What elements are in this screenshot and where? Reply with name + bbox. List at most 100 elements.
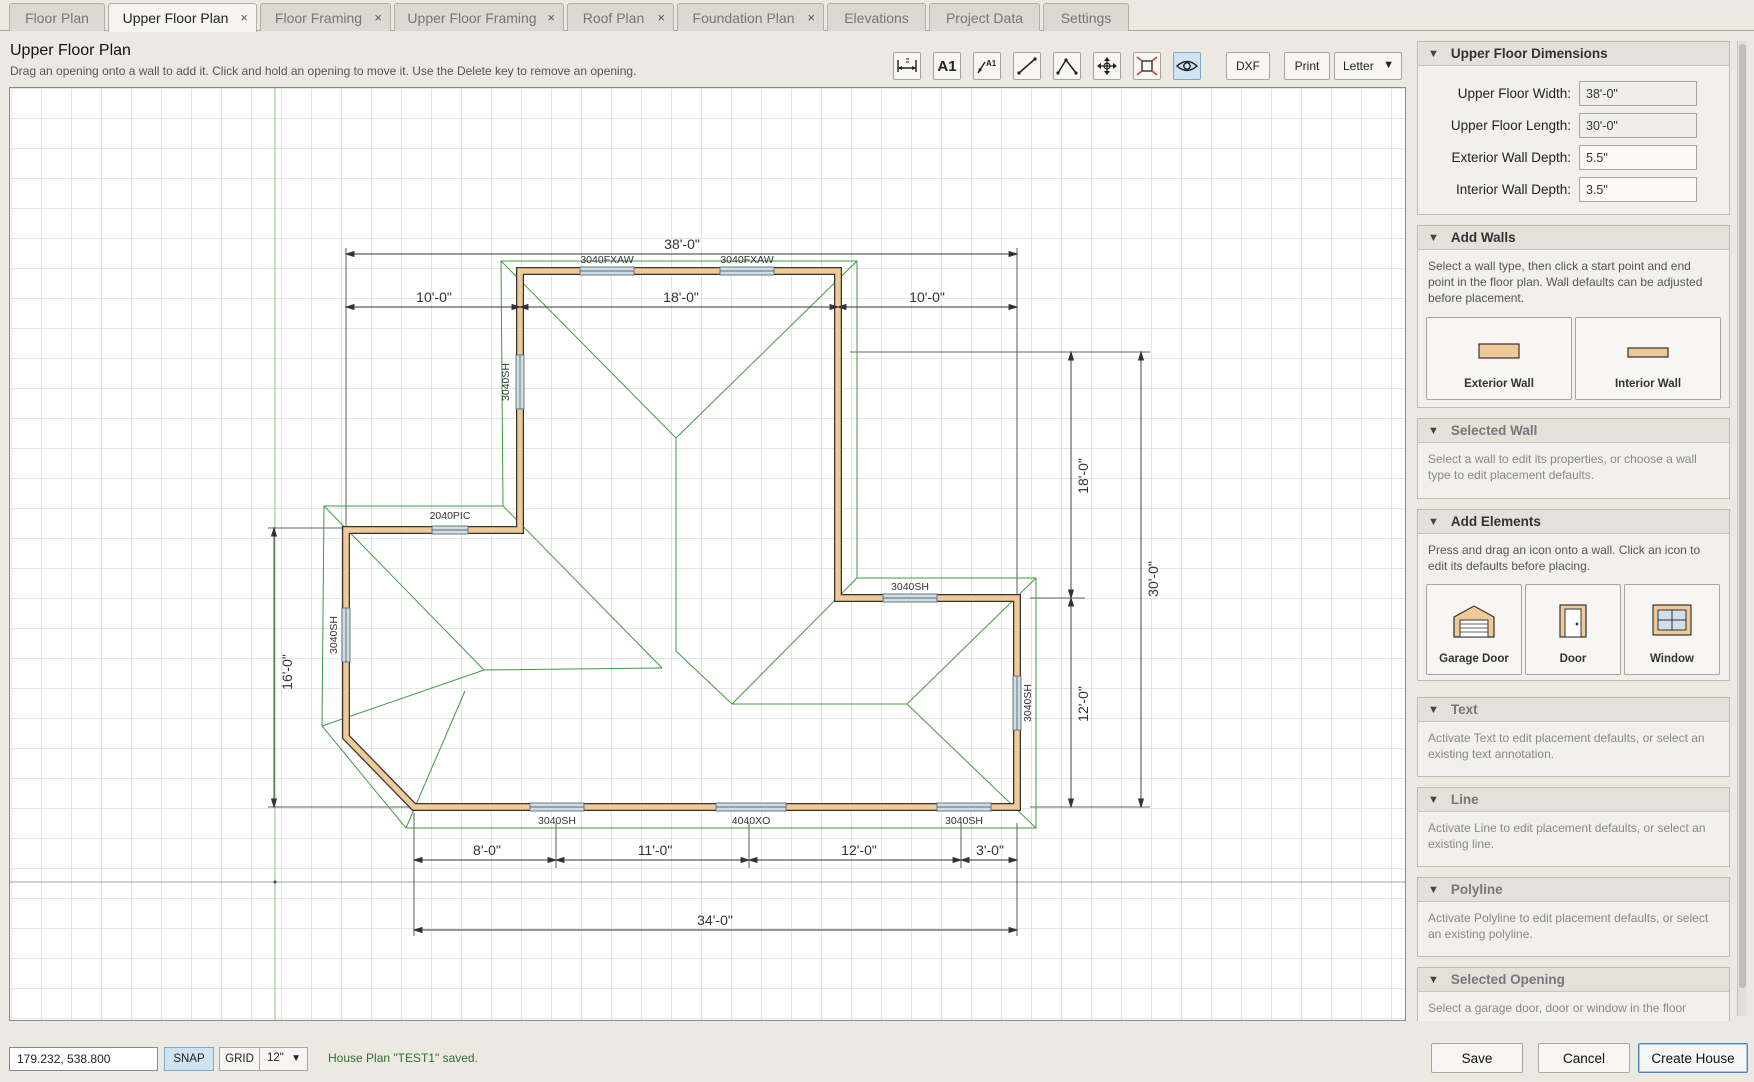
add-walls-section: ▼ Add Walls Select a wall type, then cli… — [1417, 225, 1730, 408]
close-icon[interactable]: × — [807, 10, 815, 25]
section-title: Text — [1450, 702, 1478, 717]
text-section-header[interactable]: ▼ Text — [1418, 698, 1729, 722]
dimension-label: 30'-0" — [1145, 561, 1161, 597]
line-section-header[interactable]: ▼ Line — [1418, 788, 1729, 812]
tab-settings[interactable]: Settings — [1043, 3, 1129, 31]
dropdown-arrow-icon: ▼ — [291, 1053, 301, 1064]
tab-elevations[interactable]: Elevations — [827, 3, 926, 31]
window-opening[interactable] — [341, 607, 351, 663]
field-label: Upper Floor Length: — [1450, 118, 1571, 133]
tab-foundation-plan[interactable]: Foundation Plan × — [677, 3, 824, 31]
window-opening[interactable] — [529, 802, 585, 812]
text-tool-icon: A1 — [937, 57, 957, 75]
tab-floor-plan[interactable]: Floor Plan — [9, 3, 105, 31]
window-opening[interactable] — [715, 802, 787, 812]
window-opening[interactable] — [579, 266, 635, 276]
create-house-button[interactable]: Create House — [1638, 1043, 1748, 1073]
opening-label: 3040SH — [1022, 684, 1034, 722]
exterior-wall-button[interactable]: Exterior Wall — [1426, 317, 1572, 400]
coordinate-readout[interactable] — [9, 1047, 158, 1071]
close-icon[interactable]: × — [657, 10, 665, 25]
text-section: ▼ Text Activate Text to edit placement d… — [1417, 697, 1730, 777]
dimension-label: 34'-0" — [697, 912, 733, 928]
leader-text-button[interactable]: A1 — [973, 52, 1001, 80]
interior-wall-button[interactable]: Interior Wall — [1575, 317, 1721, 400]
upper-floor-length-field[interactable] — [1579, 113, 1697, 138]
grid-toggle[interactable]: GRID — [219, 1047, 260, 1071]
cancel-button[interactable]: Cancel — [1538, 1043, 1630, 1073]
collapse-triangle-icon: ▼ — [1428, 231, 1439, 244]
tab-roof-plan[interactable]: Roof Plan × — [567, 3, 674, 31]
floor-plan-drawing: 3040FXAW 3040FXAW 3040SH 2040PIC 3040SH … — [10, 88, 1405, 1020]
add-walls-section-header[interactable]: ▼ Add Walls — [1418, 226, 1729, 250]
window-opening[interactable] — [1012, 675, 1022, 731]
field-label: Interior Wall Depth: — [1455, 182, 1571, 197]
tab-project-data[interactable]: Project Data — [929, 3, 1040, 31]
exterior-wall-depth-field[interactable] — [1579, 145, 1697, 170]
opening-label: 3040SH — [945, 815, 983, 827]
grid-size-select[interactable]: 12" ▼ — [259, 1047, 308, 1071]
selected-opening-section: ▼ Selected Opening Select a garage door,… — [1417, 967, 1730, 1021]
door-icon — [1526, 603, 1620, 639]
window-opening[interactable] — [719, 266, 775, 276]
exterior-walls[interactable] — [342, 267, 1021, 811]
window-opening[interactable] — [431, 525, 469, 535]
tab-upper-floor-framing[interactable]: Upper Floor Framing × — [394, 3, 564, 31]
dimension-tool-icon — [897, 58, 917, 72]
dimensions-section: ▼ Upper Floor Dimensions Upper Floor Wid… — [1417, 41, 1730, 215]
window-opening[interactable] — [936, 802, 992, 812]
interior-wall-depth-field[interactable] — [1579, 177, 1697, 202]
collapse-triangle-icon: ▼ — [1428, 424, 1439, 437]
polyline-section-header[interactable]: ▼ Polyline — [1418, 878, 1729, 902]
add-elements-section-header[interactable]: ▼ Add Elements — [1418, 510, 1729, 534]
zoom-extents-button[interactable] — [1133, 52, 1161, 80]
close-icon[interactable]: × — [547, 10, 555, 25]
save-button[interactable]: Save — [1431, 1043, 1523, 1073]
polyline-tool-button[interactable] — [1053, 52, 1081, 80]
door-button[interactable]: Door — [1525, 584, 1621, 675]
opening-label: 2040PIC — [430, 510, 471, 522]
selected-opening-section-header[interactable]: ▼ Selected Opening — [1418, 968, 1729, 992]
extension-lines — [268, 248, 1150, 936]
button-label: Garage Door — [1439, 653, 1509, 665]
leader-text-label: A1 — [986, 59, 997, 68]
window-opening[interactable] — [882, 593, 938, 603]
snap-toggle[interactable]: SNAP — [164, 1047, 214, 1071]
selected-wall-section-header[interactable]: ▼ Selected Wall — [1418, 419, 1729, 443]
window-opening[interactable] — [515, 354, 525, 410]
line-tool-button[interactable] — [1013, 52, 1041, 80]
tab-floor-framing[interactable]: Floor Framing × — [260, 3, 391, 31]
panel-scrollbar-thumb[interactable] — [1739, 44, 1746, 988]
section-title: Upper Floor Dimensions — [1450, 46, 1608, 61]
dimensions-section-header[interactable]: ▼ Upper Floor Dimensions — [1418, 42, 1729, 66]
close-icon[interactable]: × — [240, 10, 248, 25]
section-help-text: Select a wall to edit its properties, or… — [1428, 452, 1697, 482]
dimension-tool-button[interactable] — [893, 52, 921, 80]
close-icon[interactable]: × — [374, 10, 382, 25]
tab-label: Project Data — [945, 9, 1024, 26]
button-label: Exterior Wall — [1464, 378, 1534, 390]
garage-door-button[interactable]: Garage Door — [1426, 584, 1522, 675]
line-tool-icon — [1017, 57, 1037, 75]
opening-label: 3040SH — [500, 363, 512, 401]
paper-size-select[interactable]: Letter ▼ — [1334, 52, 1402, 80]
paper-size-value: Letter — [1343, 59, 1374, 73]
opening-label: 3040SH — [328, 616, 340, 654]
section-help-text: Activate Polyline to edit placement defa… — [1428, 911, 1709, 941]
floor-plan-canvas[interactable]: 3040FXAW 3040FXAW 3040SH 2040PIC 3040SH … — [9, 87, 1406, 1021]
move-tool-button[interactable] — [1093, 52, 1121, 80]
window-button[interactable]: Window — [1624, 584, 1720, 675]
dxf-button[interactable]: DXF — [1226, 52, 1270, 80]
text-tool-button[interactable]: A1 — [933, 52, 961, 80]
upper-floor-width-field[interactable] — [1579, 81, 1697, 106]
visibility-toggle-button[interactable] — [1173, 52, 1201, 80]
window-icon — [1625, 603, 1719, 637]
dimension-label: 10'-0" — [416, 289, 452, 305]
upper-floor-length-row: Upper Floor Length: — [1418, 113, 1730, 139]
tab-label: Roof Plan — [582, 9, 645, 26]
print-button[interactable]: Print — [1284, 52, 1330, 80]
tab-upper-floor-plan[interactable]: Upper Floor Plan × — [108, 3, 257, 32]
dimension-label: 18'-0" — [663, 289, 699, 305]
button-label: Window — [1650, 653, 1694, 665]
field-label: Exterior Wall Depth: — [1451, 150, 1571, 165]
